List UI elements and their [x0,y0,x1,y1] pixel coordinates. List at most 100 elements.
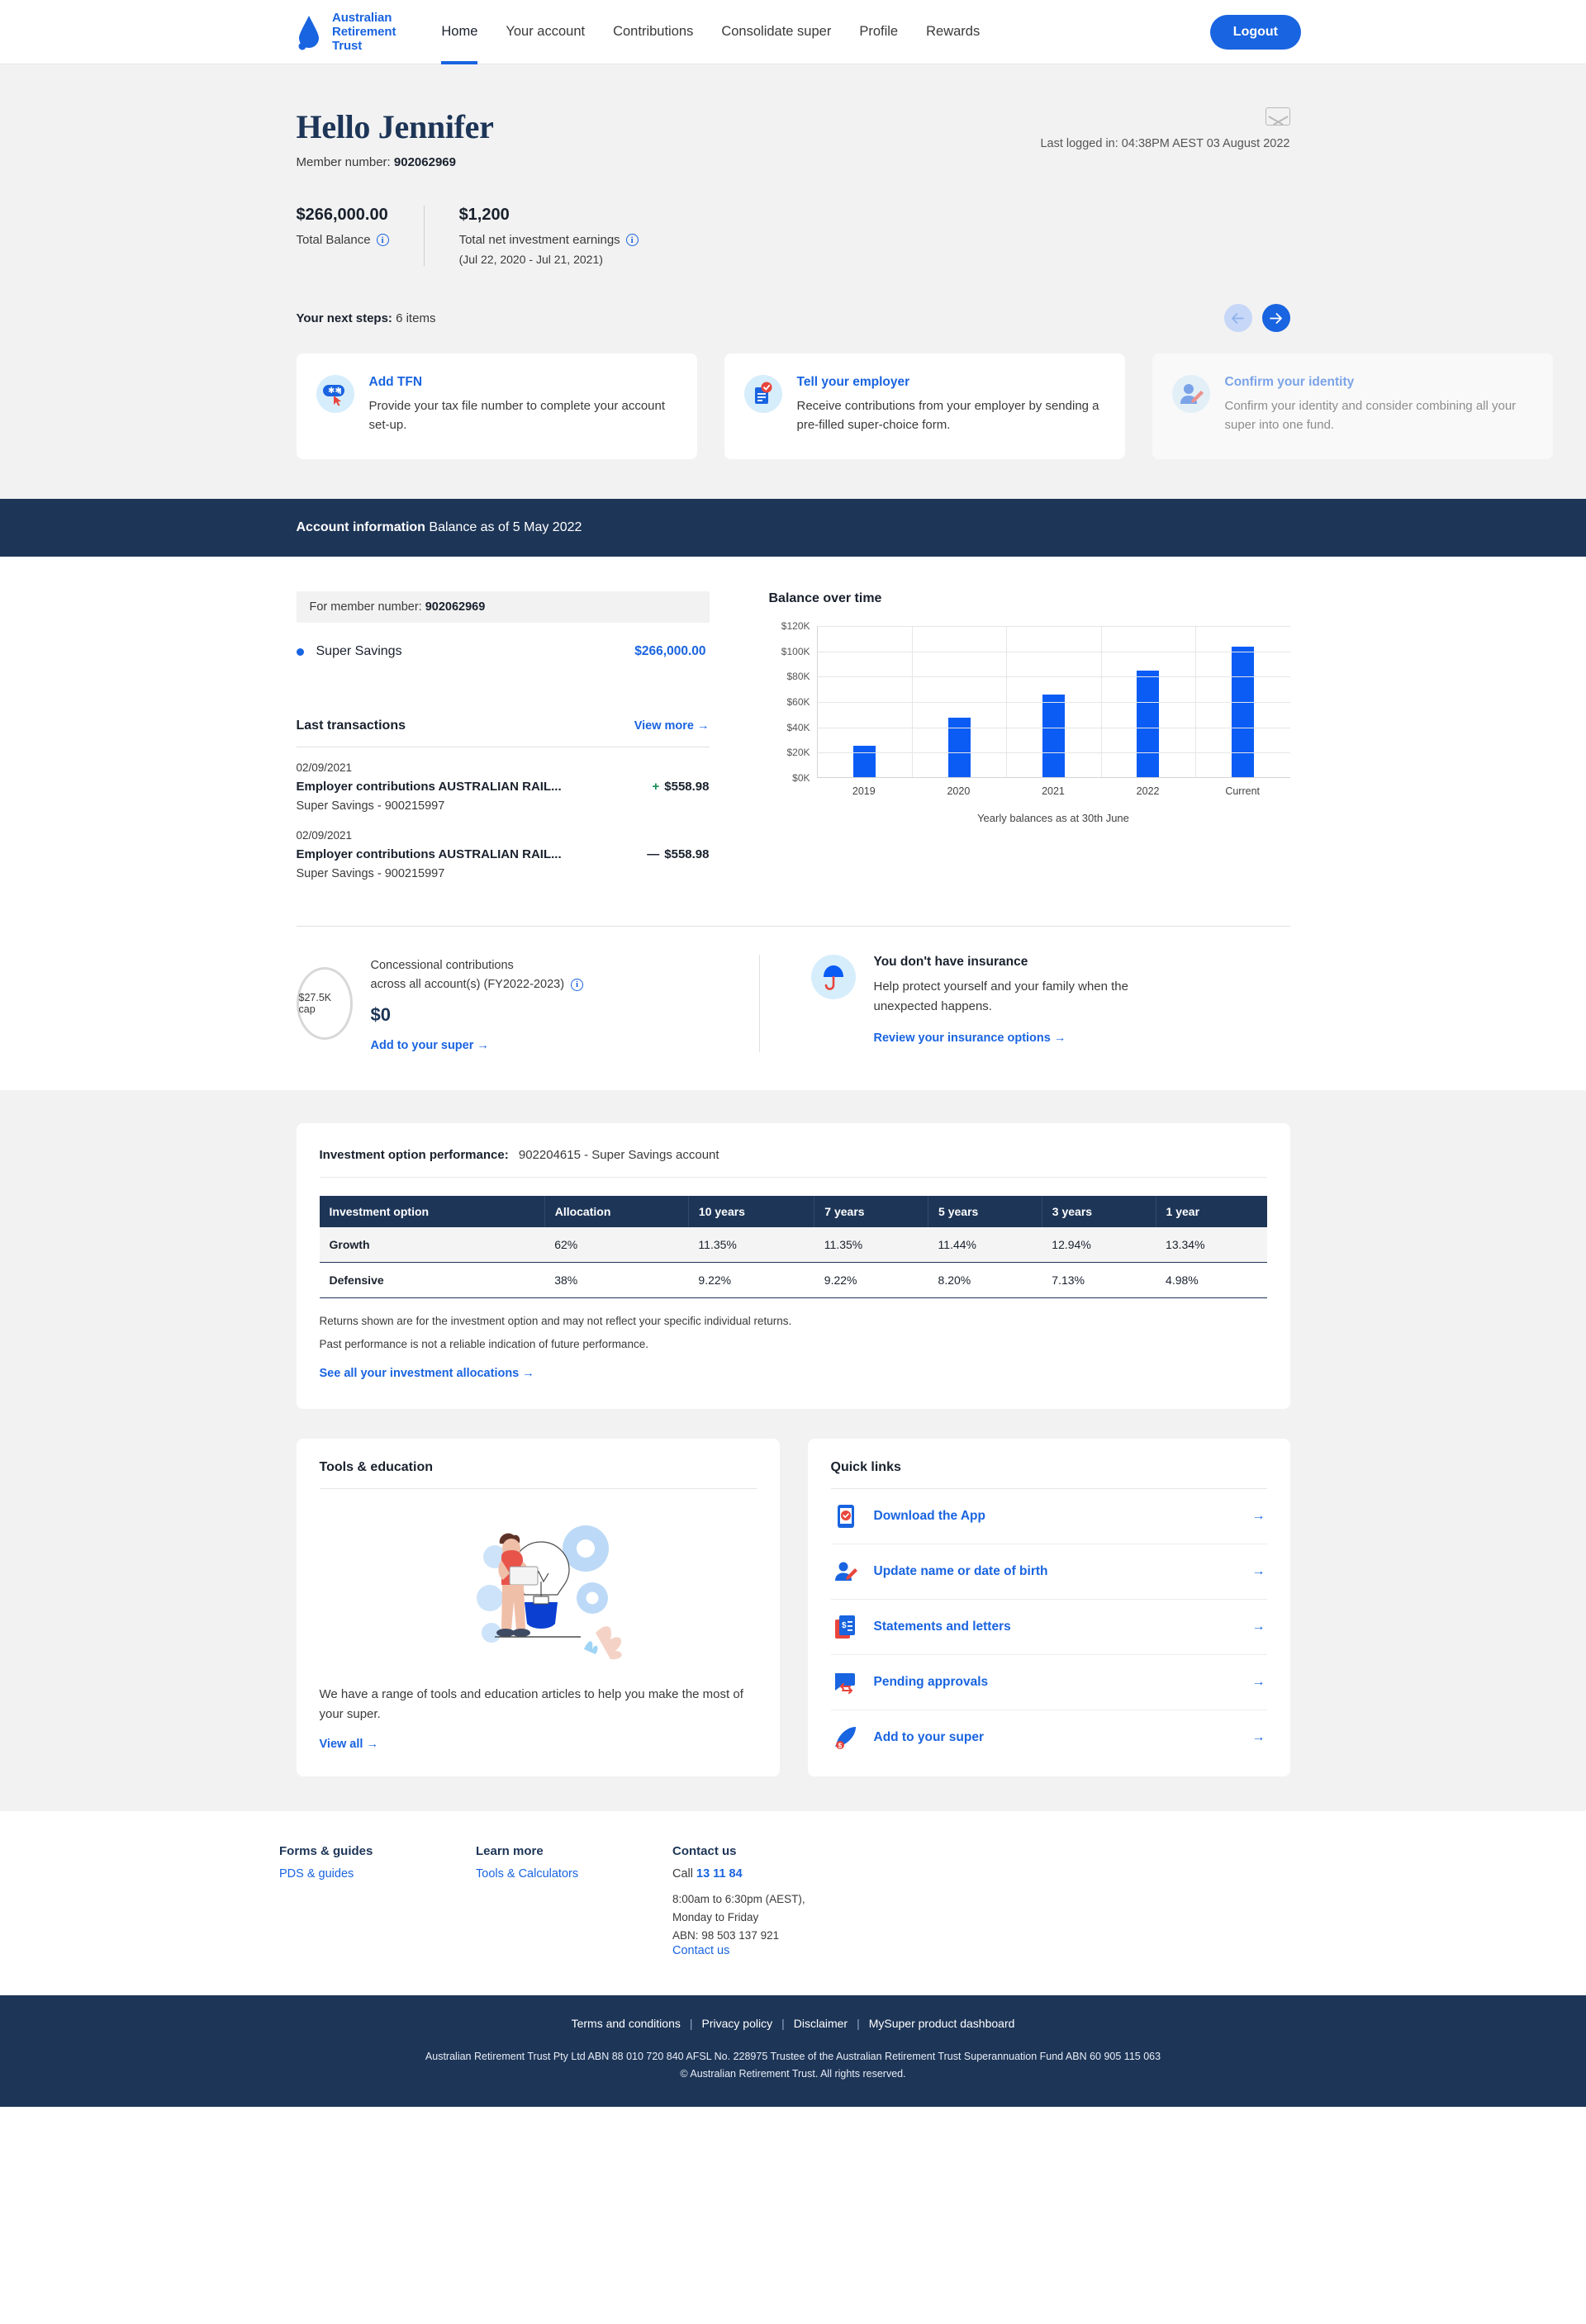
review-insurance-options-link[interactable]: Review your insurance options → [874,1032,1066,1045]
page-root: Australian Retirement Trust Home Your ac… [0,0,1586,2108]
chart-gridline [817,626,1290,627]
chart-bar[interactable] [1231,647,1254,777]
carousel-prev-button[interactable] [1223,304,1252,332]
account-balance: $266,000.00 [634,644,706,658]
stat-net-earnings: $1,200 Total net investment earnings i (… [423,206,673,266]
footer-bottom-link[interactable]: Terms and conditions [572,2017,681,2030]
page-title: Hello Jennifer [296,108,494,145]
transaction-amount: + $558.98 [653,780,710,794]
next-step-card[interactable]: ✱✱ Add TFN Provide your tax file number … [296,353,697,459]
next-steps-count: 6 items [396,311,436,325]
nav-item-profile[interactable]: Profile [845,0,912,64]
quick-link-update-name-dob[interactable]: Update name or date of birth → [830,1544,1267,1601]
logout-button[interactable]: Logout [1209,14,1301,50]
brand-logo-text: Australian Retirement Trust [332,11,396,53]
account-information-bar: Account information Balance as of 5 May … [0,499,1586,557]
account-summary-row[interactable]: Super Savings $266,000.00 [296,644,710,659]
table-body: Growth 62% 11.35% 11.35% 11.44% 12.94% 13.34% D… [319,1227,1267,1299]
contributions-line-2-text: across all account(s) (FY2022-2023) [370,978,565,992]
next-step-card[interactable]: Confirm your identity Confirm your ident… [1152,353,1553,459]
table-row: Defensive 38% 9.22% 9.22% 8.20% 7.13% 4.98% [319,1262,1267,1299]
footer-link-tools-calculators[interactable]: Tools & Calculators [476,1867,672,1881]
account-information-subtitle: Balance as of 5 May 2022 [429,520,582,534]
person-edit-icon [833,1558,859,1585]
next-steps-title-bold: Your next steps: [296,311,392,325]
chart-y-axis: $0K $20K $40K $60K $80K $100K $120K [769,620,817,784]
person-edit-icon [1171,375,1210,413]
mobile-app-icon [833,1503,859,1530]
investment-performance-account: 902204615 - Super Savings account [518,1148,719,1163]
tools-view-all-link[interactable]: View all → [320,1738,378,1751]
nav-item-contributions[interactable]: Contributions [599,0,707,64]
table-cell: Growth [319,1227,545,1264]
stat-total-balance: $266,000.00 Total Balance i [297,206,424,247]
footer-links-section: Forms & guides PDS & guides Learn more T… [0,1811,1586,1996]
chart-y-tick: $60K [786,696,810,708]
account-information-title: Account information [296,520,425,534]
next-step-card[interactable]: Tell your employer Receive contributions… [724,353,1125,459]
transaction-subtitle: Super Savings - 900215997 [296,799,445,813]
total-balance-label-text: Total Balance [296,233,371,247]
next-steps-cards: ✱✱ Add TFN Provide your tax file number … [296,353,1553,459]
chart-bar[interactable] [1137,671,1160,777]
next-steps-title: Your next steps: 6 items [297,311,436,325]
arrow-right-icon: → [1251,1620,1265,1634]
investment-performance-card: Investment option performance: 902204615… [296,1123,1290,1410]
contributions-amount: $0 [370,1004,391,1026]
rocket-dollar-icon: $ [833,1724,859,1751]
table-cell: 38% [544,1262,689,1299]
account-body: For member number: 902062969 Super Savin… [0,557,1586,1091]
transaction-date: 02/09/2021 [296,829,353,842]
tools-education-illustration [320,1489,757,1685]
chart-title: Balance over time [768,591,882,605]
tools-education-card: Tools & education We have a range of too… [296,1439,780,1777]
footer-link-contact-us[interactable]: Contact us [672,1944,953,1957]
footer-link-pds-guides[interactable]: PDS & guides [279,1867,476,1881]
chart-caption: Yearly balances as at 30th June [977,812,1129,824]
footer-heading: Learn more [476,1844,544,1859]
top-navigation-bar: Australian Retirement Trust Home Your ac… [0,0,1586,64]
quick-link-download-app[interactable]: Download the App → [830,1489,1267,1545]
total-balance-value: $266,000.00 [296,206,388,224]
info-icon[interactable]: i [376,234,389,246]
footer-bottom-link[interactable]: Privacy policy [702,2017,773,2030]
table-cell: 11.35% [814,1227,928,1264]
table-cell: 7.13% [1042,1262,1156,1299]
balance-chart-panel: Balance over time $0K $20K $40K $60K $80K $10… [710,591,1290,883]
footer-column-contact: Contact us Call 13 11 84 8:00am to 6:30p… [672,1844,953,1957]
art-logo-icon [296,14,324,50]
envelope-icon[interactable] [1265,107,1290,126]
last-logged-in: Last logged in: 04:38PM AEST 03 August 2… [1040,137,1290,150]
footer-legal-line-2: © Australian Retirement Trust. All right… [680,2067,906,2080]
view-more-transactions-link[interactable]: View more → [634,719,710,733]
chart-bar[interactable] [853,745,876,777]
nav-item-home[interactable]: Home [427,0,491,64]
table-cell: 9.22% [814,1262,928,1299]
info-icon[interactable]: i [571,979,584,992]
nav-item-consolidate-super[interactable]: Consolidate super [707,0,845,64]
see-all-allocations-link[interactable]: See all your investment allocations → [320,1367,534,1380]
quick-link-label: Add to your super [873,1730,984,1745]
brand-logo[interactable]: Australian Retirement Trust [296,11,396,53]
info-icon[interactable]: i [625,234,639,246]
carousel-next-button[interactable] [1261,304,1290,332]
quick-link-pending-approvals[interactable]: Pending approvals → [830,1655,1267,1711]
next-step-title: Tell your employer [796,375,910,389]
chart-bar[interactable] [1042,695,1066,777]
chart-vertical-gridline [1006,626,1008,777]
add-to-your-super-link[interactable]: Add to your super → [371,1039,584,1052]
table-header-row: Investment option Allocation 10 years 7 yea… [319,1196,1267,1228]
transaction-description: Employer contributions AUSTRALIAN RAIL..… [296,780,562,794]
next-step-title: Add TFN [368,375,423,389]
footer-bottom-link[interactable]: Disclaimer [794,2017,848,2030]
footer-bottom-link[interactable]: MySuper product dashboard [869,2017,1015,2030]
footer-phone-number[interactable]: 13 11 84 [696,1867,743,1881]
transactions-title: Last transactions [296,719,406,733]
nav-item-rewards[interactable]: Rewards [912,0,994,64]
investment-performance-table: Investment option Allocation 10 years 7 yea… [319,1196,1267,1299]
nav-item-your-account[interactable]: Your account [491,0,599,64]
member-number-pill: For member number: 902062969 [296,591,710,623]
quick-link-statements-letters[interactable]: $ Statements and letters → [830,1600,1267,1656]
quick-link-add-to-super[interactable]: $ Add to your super → [831,1710,1267,1765]
footer-column-forms-guides: Forms & guides PDS & guides [279,1844,476,1957]
